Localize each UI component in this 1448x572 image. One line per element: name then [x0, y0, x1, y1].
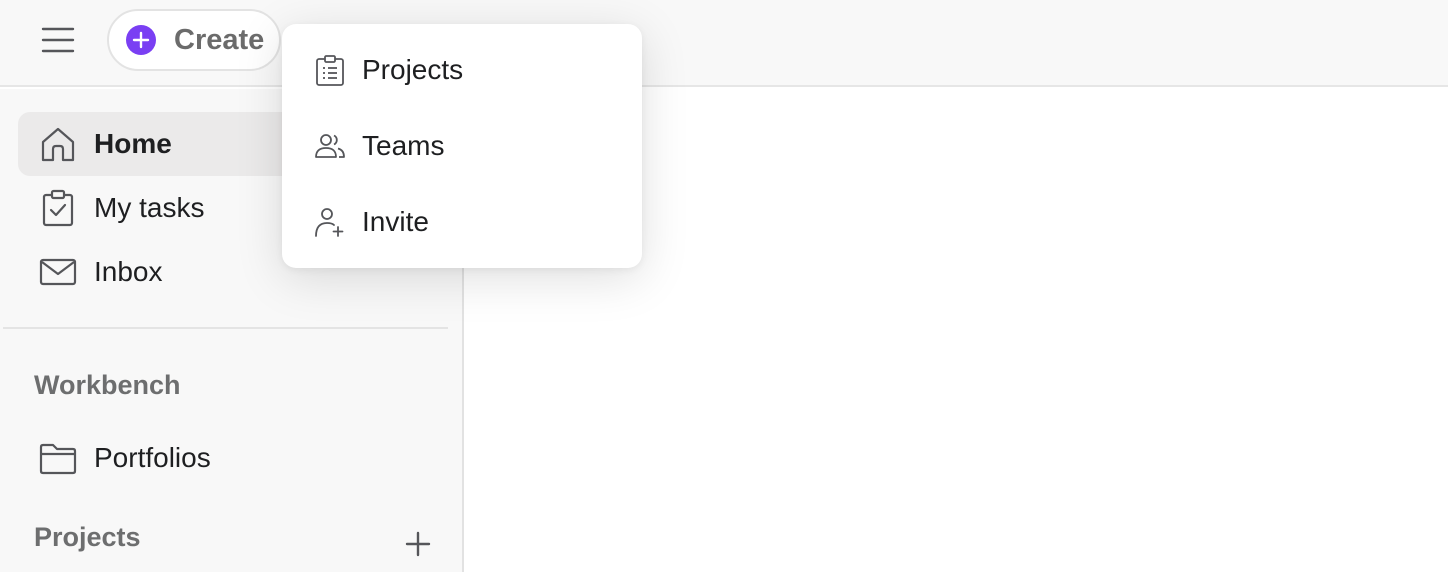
- menu-item-teams[interactable]: Teams: [282, 108, 642, 184]
- hamburger-icon: [41, 27, 75, 53]
- hamburger-menu-button[interactable]: [36, 20, 80, 60]
- menu-item-invite[interactable]: Invite: [282, 184, 642, 260]
- people-icon: [312, 128, 348, 164]
- create-dropdown-menu: Projects Teams Invite: [282, 24, 642, 268]
- person-add-icon: [312, 204, 348, 240]
- add-project-button[interactable]: [400, 526, 436, 562]
- menu-item-label: Invite: [362, 206, 429, 237]
- sidebar-item-label: My tasks: [94, 192, 205, 223]
- section-title-projects: Projects: [34, 522, 141, 552]
- top-bar: Create: [0, 0, 1448, 87]
- plus-icon: [405, 531, 431, 557]
- menu-item-projects[interactable]: Projects: [282, 32, 642, 108]
- sidebar-item-label: Home: [94, 128, 172, 159]
- folder-icon: [38, 438, 78, 478]
- sidebar-divider: [3, 327, 448, 329]
- clipboard-check-icon: [38, 188, 78, 228]
- sidebar-item-portfolios[interactable]: Portfolios: [18, 426, 448, 490]
- clipboard-list-icon: [312, 52, 348, 88]
- create-button-label: Create: [174, 23, 265, 56]
- menu-item-label: Projects: [362, 54, 464, 85]
- home-icon: [38, 124, 78, 164]
- plus-circle-icon: [126, 25, 156, 55]
- menu-item-label: Teams: [362, 130, 445, 161]
- create-button[interactable]: Create: [107, 9, 281, 71]
- envelope-icon: [38, 252, 78, 292]
- sidebar-item-label: Inbox: [94, 256, 163, 287]
- sidebar-item-label: Portfolios: [94, 442, 211, 473]
- section-title-workbench: Workbench: [34, 370, 181, 400]
